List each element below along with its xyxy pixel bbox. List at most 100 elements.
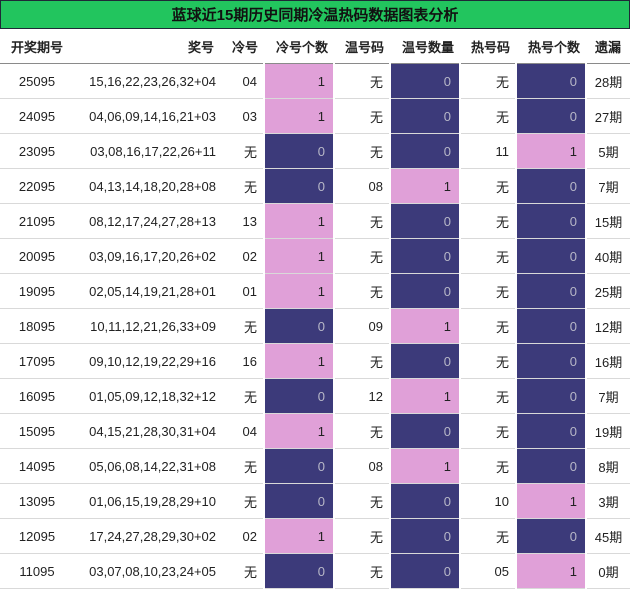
header-miss: 遗漏 xyxy=(586,29,630,64)
cell-hot-count: 0 xyxy=(515,203,587,239)
cell-hot: 11 xyxy=(460,133,516,169)
cell-hot-count: 0 xyxy=(515,63,587,99)
cell-miss: 8期 xyxy=(586,448,630,484)
cell-cold: 04 xyxy=(220,63,264,99)
cell-award: 15,16,22,23,26,32+04 xyxy=(74,63,220,99)
cell-award: 01,05,09,12,18,32+12 xyxy=(74,378,220,414)
cell-warm: 无 xyxy=(334,553,390,589)
cell-hot-count: 1 xyxy=(515,483,587,519)
cell-hot: 无 xyxy=(460,273,516,309)
cell-cold: 无 xyxy=(220,133,264,169)
cell-issue: 18095 xyxy=(0,308,74,344)
cell-hot: 无 xyxy=(460,203,516,239)
cell-warm-count: 0 xyxy=(389,483,461,519)
cell-issue: 20095 xyxy=(0,238,74,274)
cell-hot: 无 xyxy=(460,343,516,379)
cell-issue: 12095 xyxy=(0,518,74,554)
cell-warm: 无 xyxy=(334,238,390,274)
cell-cold-count: 0 xyxy=(263,308,335,344)
cell-warm: 无 xyxy=(334,133,390,169)
cell-cold: 02 xyxy=(220,518,264,554)
cell-miss: 25期 xyxy=(586,273,630,309)
header-warm: 温号码 xyxy=(334,29,390,64)
cell-hot: 无 xyxy=(460,518,516,554)
cell-warm: 无 xyxy=(334,483,390,519)
cell-miss: 27期 xyxy=(586,98,630,134)
cell-warm-count: 0 xyxy=(389,238,461,274)
cell-hot: 无 xyxy=(460,238,516,274)
cell-award: 03,09,16,17,20,26+02 xyxy=(74,238,220,274)
table-row: 21095 08,12,17,24,27,28+13 13 1 无 0 无 0 15期 xyxy=(0,203,630,239)
cell-cold-count: 0 xyxy=(263,378,335,414)
cell-warm-count: 0 xyxy=(389,343,461,379)
cell-cold-count: 0 xyxy=(263,553,335,589)
cell-miss: 45期 xyxy=(586,518,630,554)
cell-warm: 无 xyxy=(334,273,390,309)
cell-cold-count: 1 xyxy=(263,203,335,239)
cell-cold: 无 xyxy=(220,378,264,414)
cell-award: 03,07,08,10,23,24+05 xyxy=(74,553,220,589)
cell-cold: 无 xyxy=(220,553,264,589)
cell-warm: 09 xyxy=(334,308,390,344)
cell-warm: 无 xyxy=(334,203,390,239)
cell-cold-count: 0 xyxy=(263,483,335,519)
table-row: 12095 17,24,27,28,29,30+02 02 1 无 0 无 0 45期 xyxy=(0,518,630,554)
cell-issue: 15095 xyxy=(0,413,74,449)
cell-hot-count: 0 xyxy=(515,98,587,134)
table-body: 25095 15,16,22,23,26,32+04 04 1 无 0 无 0 28期 24095… xyxy=(0,63,630,589)
cell-warm: 无 xyxy=(334,518,390,554)
cell-hot-count: 0 xyxy=(515,273,587,309)
cell-issue: 22095 xyxy=(0,168,74,204)
cell-hot-count: 0 xyxy=(515,168,587,204)
cell-warm-count: 0 xyxy=(389,133,461,169)
cell-cold-count: 1 xyxy=(263,413,335,449)
cell-warm-count: 0 xyxy=(389,203,461,239)
table-row: 25095 15,16,22,23,26,32+04 04 1 无 0 无 0 28期 xyxy=(0,63,630,99)
header-issue: 开奖期号 xyxy=(0,29,74,64)
table-row: 20095 03,09,16,17,20,26+02 02 1 无 0 无 0 40期 xyxy=(0,238,630,274)
cell-cold-count: 0 xyxy=(263,168,335,204)
cell-issue: 11095 xyxy=(0,553,74,589)
cell-award: 03,08,16,17,22,26+11 xyxy=(74,133,220,169)
table-row: 18095 10,11,12,21,26,33+09 无 0 09 1 无 0 12期 xyxy=(0,308,630,344)
cell-miss: 40期 xyxy=(586,238,630,274)
chart-title: 蓝球近15期历史同期冷温热码数据图表分析 xyxy=(0,0,630,29)
cell-issue: 16095 xyxy=(0,378,74,414)
cell-warm-count: 0 xyxy=(389,413,461,449)
cell-award: 08,12,17,24,27,28+13 xyxy=(74,203,220,239)
cell-award: 04,15,21,28,30,31+04 xyxy=(74,413,220,449)
cell-hot: 无 xyxy=(460,98,516,134)
cell-issue: 19095 xyxy=(0,273,74,309)
cell-hot: 05 xyxy=(460,553,516,589)
cell-miss: 5期 xyxy=(586,133,630,169)
cell-issue: 24095 xyxy=(0,98,74,134)
cell-award: 10,11,12,21,26,33+09 xyxy=(74,308,220,344)
cell-hot: 无 xyxy=(460,63,516,99)
cell-award: 09,10,12,19,22,29+16 xyxy=(74,343,220,379)
header-hot-count: 热号个数 xyxy=(516,29,586,64)
cell-warm-count: 0 xyxy=(389,273,461,309)
cell-miss: 12期 xyxy=(586,308,630,344)
cell-miss: 7期 xyxy=(586,168,630,204)
cell-warm: 无 xyxy=(334,63,390,99)
cell-warm: 12 xyxy=(334,378,390,414)
cell-warm-count: 1 xyxy=(389,308,461,344)
cell-hot-count: 0 xyxy=(515,238,587,274)
table-row: 13095 01,06,15,19,28,29+10 无 0 无 0 10 1 3期 xyxy=(0,483,630,519)
cell-hot-count: 0 xyxy=(515,308,587,344)
cell-award: 17,24,27,28,29,30+02 xyxy=(74,518,220,554)
cell-issue: 14095 xyxy=(0,448,74,484)
cell-award: 04,13,14,18,20,28+08 xyxy=(74,168,220,204)
cell-cold: 04 xyxy=(220,413,264,449)
cell-issue: 13095 xyxy=(0,483,74,519)
cell-miss: 0期 xyxy=(586,553,630,589)
cell-miss: 15期 xyxy=(586,203,630,239)
cell-issue: 17095 xyxy=(0,343,74,379)
cell-warm: 08 xyxy=(334,448,390,484)
cell-cold-count: 1 xyxy=(263,63,335,99)
cell-award: 02,05,14,19,21,28+01 xyxy=(74,273,220,309)
header-row: 开奖期号 奖号 冷号 冷号个数 温号码 温号数量 热号码 热号个数 遗漏 xyxy=(0,29,630,64)
cell-hot-count: 0 xyxy=(515,343,587,379)
cell-cold: 无 xyxy=(220,308,264,344)
cell-issue: 21095 xyxy=(0,203,74,239)
